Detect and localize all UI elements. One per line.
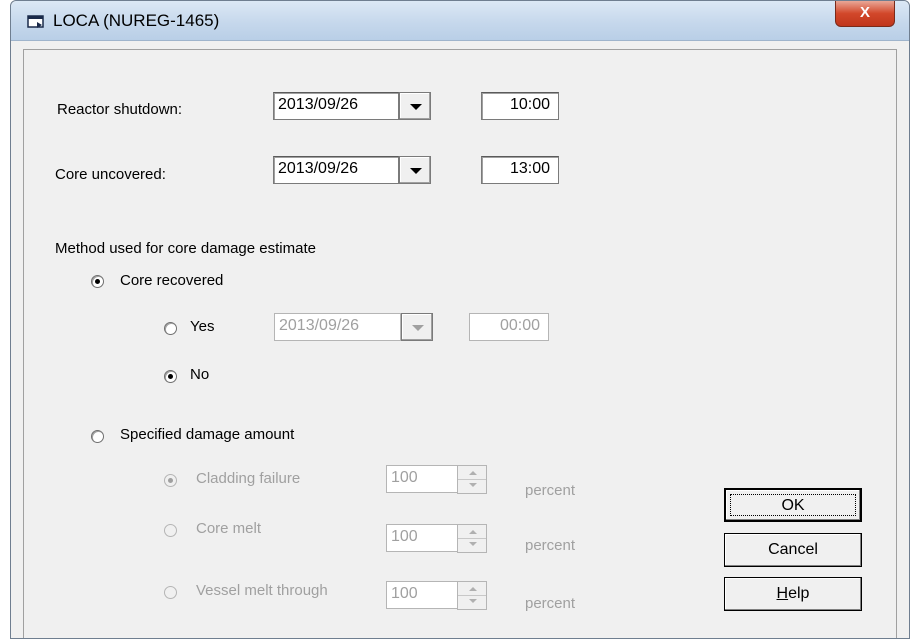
core-melt-unit: percent [525, 537, 576, 554]
specified-damage-label[interactable]: Specified damage amount [120, 426, 294, 443]
core-uncovered-label: Core uncovered: [55, 166, 166, 183]
core-melt-spinner[interactable] [457, 524, 487, 553]
method-heading: Method used for core damage estimate [55, 240, 316, 257]
core-recovered-label[interactable]: Core recovered [120, 272, 223, 289]
cancel-label: Cancel [768, 541, 818, 558]
reactor-shutdown-label: Reactor shutdown: [57, 101, 183, 118]
core-uncovered-time-field[interactable]: 13:00 [481, 156, 559, 184]
spin-down-icon[interactable] [458, 595, 486, 609]
recovered-yes-label[interactable]: Yes [190, 318, 214, 335]
help-label: elp [788, 585, 810, 602]
reactor-shutdown-time-field[interactable]: 10:00 [481, 92, 559, 120]
recovered-yes-time-field[interactable]: 00:00 [469, 313, 549, 341]
recovered-no-label[interactable]: No [190, 366, 209, 383]
core-melt-label[interactable]: Core melt [196, 520, 261, 537]
ok-button[interactable]: OK [724, 488, 862, 522]
title-bar[interactable]: LOCA (NUREG-1465) X [11, 1, 909, 41]
spin-up-icon[interactable] [458, 582, 486, 596]
cladding-failure-spinner[interactable] [457, 465, 487, 494]
vessel-melt-label[interactable]: Vessel melt through [196, 582, 328, 599]
core-recovered-radio[interactable] [91, 275, 104, 288]
recovered-yes-date-field[interactable]: 2013/09/26 [274, 313, 401, 341]
recovered-yes-radio[interactable] [164, 322, 177, 335]
vessel-melt-unit: percent [525, 595, 576, 612]
cladding-failure-radio[interactable] [164, 474, 177, 487]
window-title: LOCA (NUREG-1465) [53, 11, 220, 30]
cladding-failure-label[interactable]: Cladding failure [196, 470, 300, 487]
spin-down-icon[interactable] [458, 538, 486, 552]
spin-up-icon[interactable] [458, 525, 486, 539]
spin-down-icon[interactable] [458, 479, 486, 493]
core-melt-value[interactable]: 100 [386, 524, 458, 552]
recovered-yes-date-dropdown[interactable] [401, 313, 433, 341]
cladding-failure-unit: percent [525, 482, 576, 499]
focus-rect [730, 494, 856, 516]
specified-damage-radio[interactable] [91, 430, 104, 443]
vessel-melt-spinner[interactable] [457, 581, 487, 610]
core-uncovered-date-dropdown[interactable] [399, 156, 431, 184]
reactor-shutdown-date-field[interactable]: 2013/09/26 [273, 92, 399, 120]
help-button[interactable]: Help [724, 577, 862, 611]
core-uncovered-date-field[interactable]: 2013/09/26 [273, 156, 399, 184]
dialog-body: Reactor shutdown: 2013/09/26 10:00 Core … [23, 49, 897, 638]
loca-dialog: LOCA (NUREG-1465) X Reactor shutdown: 20… [10, 0, 910, 639]
core-melt-radio[interactable] [164, 524, 177, 537]
cladding-failure-value[interactable]: 100 [386, 465, 458, 493]
close-icon: X [859, 4, 870, 21]
window-icon [27, 15, 44, 28]
reactor-shutdown-date-dropdown[interactable] [399, 92, 431, 120]
help-mnemonic: H [776, 585, 789, 602]
recovered-no-radio[interactable] [164, 370, 177, 383]
spin-up-icon[interactable] [458, 466, 486, 480]
vessel-melt-radio[interactable] [164, 586, 177, 599]
vessel-melt-value[interactable]: 100 [386, 581, 458, 609]
cancel-button[interactable]: Cancel [724, 533, 862, 567]
close-button[interactable]: X [835, 1, 895, 27]
